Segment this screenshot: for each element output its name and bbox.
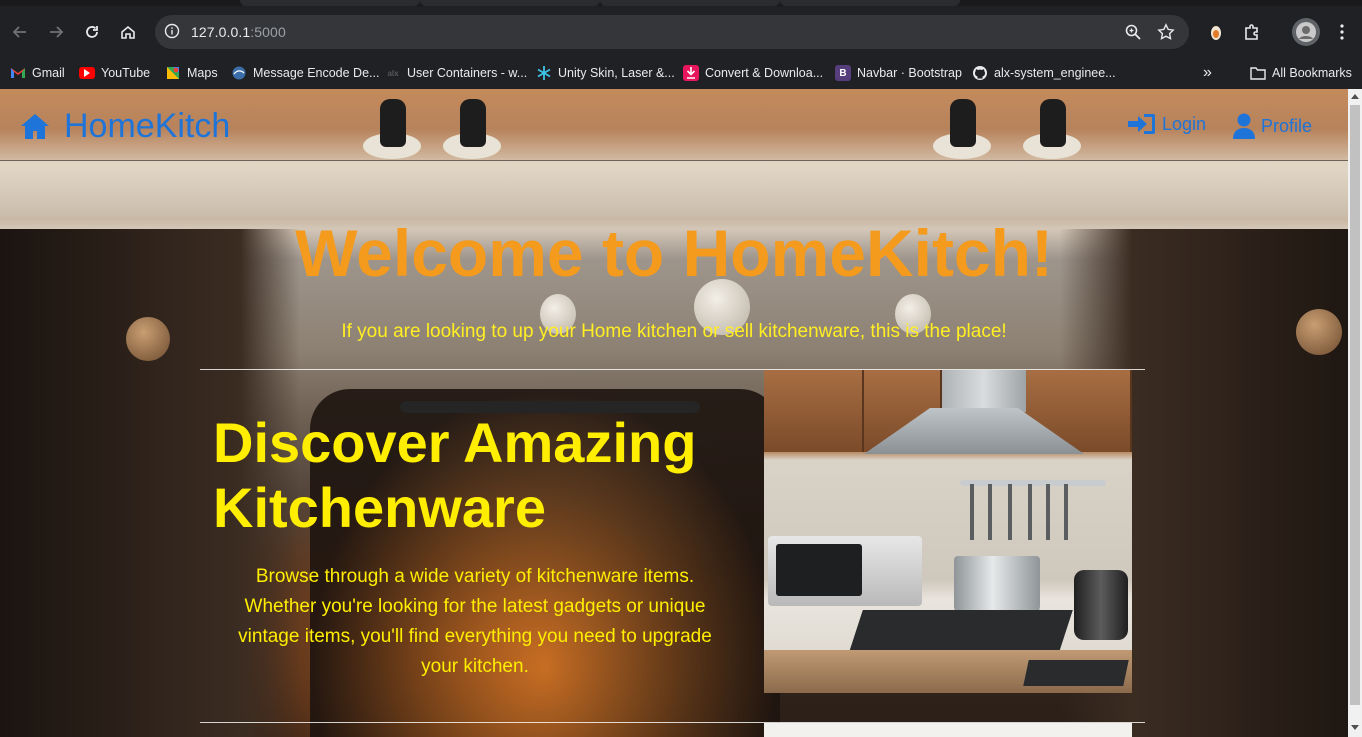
tab[interactable] xyxy=(240,0,420,6)
next-section-image xyxy=(764,723,1132,737)
hero-title: Welcome to HomeKitch! xyxy=(295,216,1053,290)
utensil xyxy=(1064,484,1068,540)
stock-pot xyxy=(954,556,1040,616)
url-text[interactable]: 127.0.0.1:5000 xyxy=(191,24,286,40)
bookmark-label: Navbar · Bootstrap xyxy=(857,66,962,80)
menu-kebab-icon[interactable] xyxy=(1330,20,1354,44)
bookmark-youtube[interactable]: YouTube xyxy=(79,62,150,84)
reload-icon xyxy=(86,26,98,38)
globe-icon xyxy=(231,65,247,81)
more-bookmarks-button[interactable]: » xyxy=(1203,62,1212,84)
bookmark-label: YouTube xyxy=(101,66,151,80)
site-icon: alx xyxy=(387,68,399,78)
bookmarks-bar: Gmail YouTube Maps Message Encode De... … xyxy=(0,58,1362,89)
profile-label: Profile xyxy=(1261,115,1313,136)
bookmark-unity-skin[interactable]: Unity Skin, Laser &... xyxy=(536,62,675,84)
profile-avatar[interactable] xyxy=(1292,18,1320,46)
utensil-rail xyxy=(960,480,1106,486)
folder-icon xyxy=(1250,65,1266,81)
utensil xyxy=(1046,484,1050,540)
utensil xyxy=(970,484,974,540)
avatar-icon xyxy=(1296,22,1316,42)
extension-icon[interactable] xyxy=(1204,20,1228,44)
arrow-left-icon xyxy=(12,26,26,38)
maps-icon xyxy=(165,65,181,81)
back-button[interactable] xyxy=(6,18,34,46)
profile-link[interactable]: Profile xyxy=(1233,113,1312,139)
bookmark-label: alx-system_enginee... xyxy=(994,66,1116,80)
page-scrollbar[interactable] xyxy=(1348,89,1362,737)
bookmark-alx-system[interactable]: alx-system_enginee... xyxy=(972,62,1116,84)
home-button[interactable] xyxy=(114,18,142,46)
scroll-down-arrow[interactable] xyxy=(1351,725,1359,730)
tab[interactable] xyxy=(420,0,600,6)
brand-name: HomeKitch xyxy=(64,107,231,145)
cabinet xyxy=(764,370,864,452)
login-label: Login xyxy=(1162,113,1207,134)
range-hood-chimney xyxy=(942,370,1026,412)
bookmark-message-encode[interactable]: Message Encode De... xyxy=(231,62,379,84)
bookmark-star-icon[interactable] xyxy=(1157,23,1175,41)
home-icon xyxy=(21,114,49,139)
gmail-icon xyxy=(10,65,26,81)
utensil xyxy=(1028,484,1032,540)
forward-button[interactable] xyxy=(42,18,70,46)
bookmark-convert-download[interactable]: Convert & Downloa... xyxy=(683,62,823,84)
bookmark-maps[interactable]: Maps xyxy=(165,62,218,84)
url-port: :5000 xyxy=(250,24,286,40)
microwave-door xyxy=(776,544,862,596)
site-navbar: HomeKitch Login Profile xyxy=(0,89,1348,161)
baking-tray xyxy=(1023,660,1129,686)
bookmark-label: Convert & Downloa... xyxy=(705,66,824,80)
scroll-up-arrow[interactable] xyxy=(1351,94,1359,99)
download-icon xyxy=(683,65,699,81)
bookmark-label: Maps xyxy=(187,66,218,80)
youtube-icon xyxy=(79,67,95,79)
bootstrap-icon: B xyxy=(835,65,851,81)
home-icon xyxy=(121,25,135,39)
extensions-puzzle-icon[interactable] xyxy=(1240,20,1264,44)
url-host: 127.0.0.1 xyxy=(191,24,251,40)
github-icon xyxy=(972,65,988,81)
microwave xyxy=(768,536,922,606)
utensil xyxy=(988,484,992,540)
bookmark-gmail[interactable]: Gmail xyxy=(10,62,65,84)
scroll-thumb[interactable] xyxy=(1350,105,1360,705)
bookmark-label: Gmail xyxy=(32,66,65,80)
rice-cooker xyxy=(1074,570,1128,640)
bookmark-navbar-bootstrap[interactable]: B Navbar · Bootstrap xyxy=(835,62,962,84)
sign-in-icon xyxy=(1128,114,1155,134)
hero-subtitle: If you are looking to up your Home kitch… xyxy=(341,321,1007,342)
bookmark-label: Message Encode De... xyxy=(253,66,380,80)
zoom-icon[interactable] xyxy=(1124,23,1142,41)
tab[interactable] xyxy=(780,0,960,6)
login-link[interactable]: Login xyxy=(1128,113,1206,135)
brand-link[interactable]: HomeKitch xyxy=(20,107,230,146)
site-info-icon[interactable] xyxy=(164,23,180,44)
address-bar[interactable]: 127.0.0.1:5000 xyxy=(155,15,1189,49)
tab-strip xyxy=(0,0,1362,6)
background-stove-top xyxy=(0,161,1348,217)
tab[interactable] xyxy=(600,0,780,6)
feature-title: Discover Amazing Kitchenware xyxy=(213,411,697,539)
page-viewport: HomeKitch Login Profile Welcome to HomeK… xyxy=(0,89,1348,737)
reload-button[interactable] xyxy=(78,18,106,46)
feature-description: Browse through a wide variety of kitchen… xyxy=(238,566,712,677)
utensil xyxy=(1008,484,1012,540)
chevron-double-right-icon: » xyxy=(1203,64,1212,81)
gas-hob xyxy=(849,610,1073,652)
all-bookmarks-label: All Bookmarks xyxy=(1272,66,1352,80)
all-bookmarks-button[interactable]: All Bookmarks xyxy=(1250,62,1352,84)
snowflake-icon xyxy=(536,65,552,81)
user-icon xyxy=(1233,113,1255,139)
kitchen-feature-image xyxy=(764,370,1132,693)
browser-toolbar: 127.0.0.1:5000 xyxy=(0,0,1362,58)
bookmark-label: Unity Skin, Laser &... xyxy=(558,66,675,80)
bookmark-label: User Containers - w... xyxy=(407,66,528,80)
bookmark-user-containers[interactable]: alx User Containers - w... xyxy=(385,62,527,84)
arrow-right-icon xyxy=(50,26,64,38)
